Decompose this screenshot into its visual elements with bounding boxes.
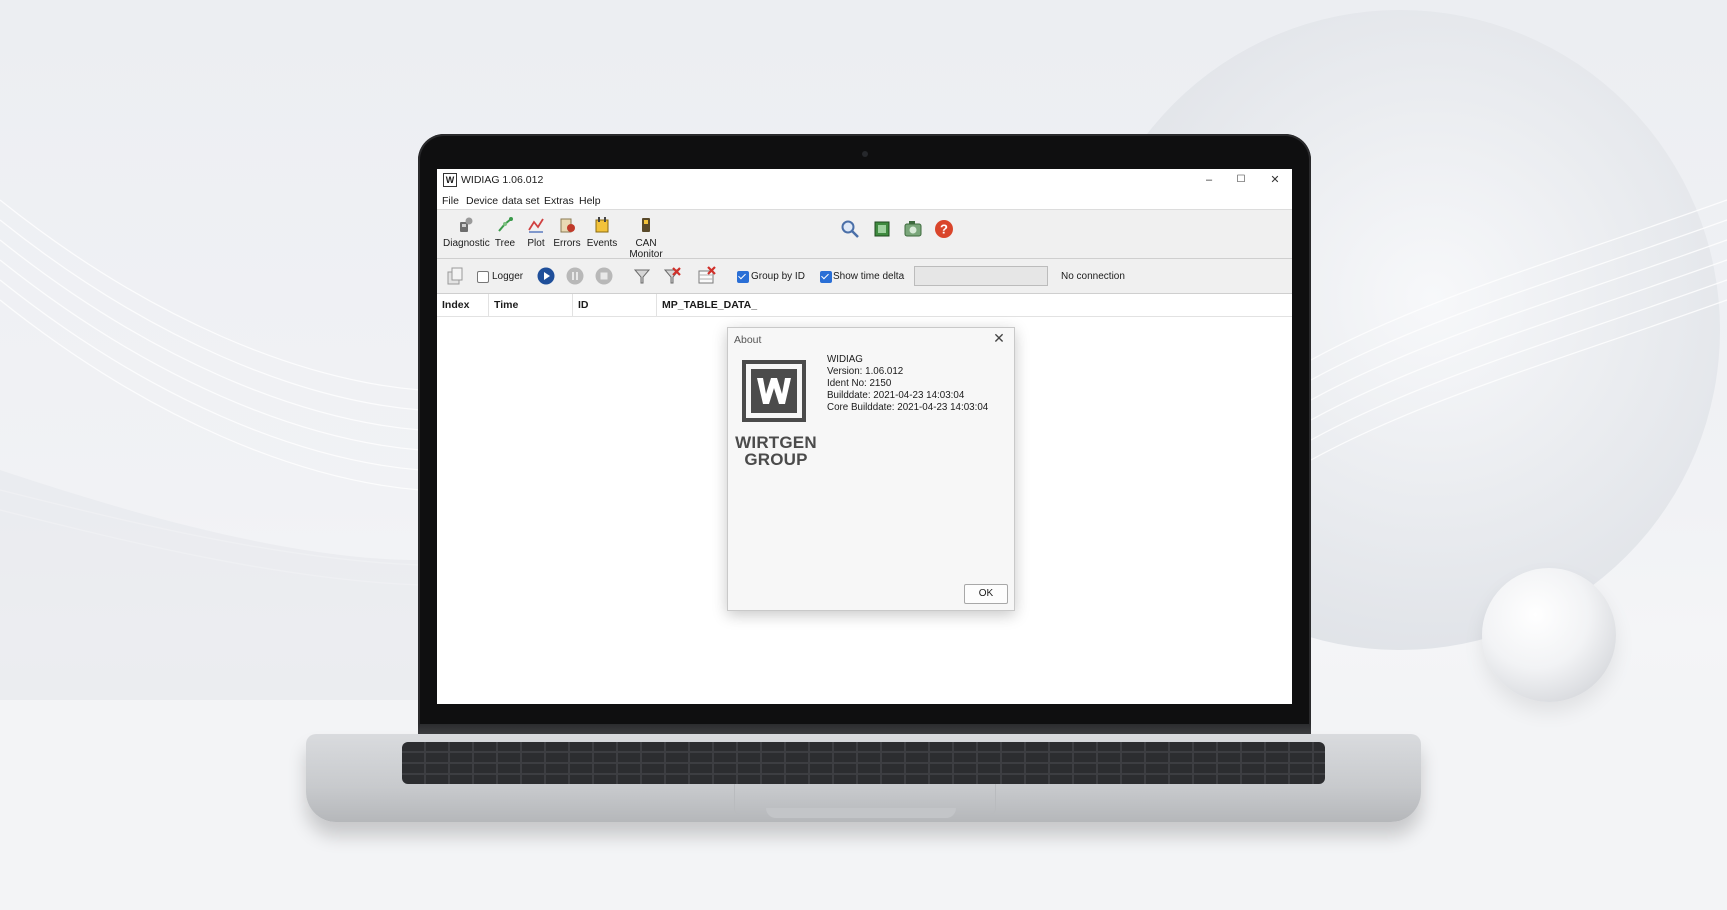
diagnostic-label: Diagnostic [443,238,490,249]
widiag-app-window: W WIDIAG 1.06.012 – ☐ ✕ File Device data… [437,169,1292,704]
about-dialog-title: About [734,334,762,346]
errors-icon [560,218,575,233]
laptop-lid: W WIDIAG 1.06.012 – ☐ ✕ File Device data… [418,134,1311,734]
errors-button[interactable]: Errors [552,214,582,249]
app-logo-icon: W [443,173,457,187]
logger-label: Logger [492,271,524,282]
help-icon[interactable]: ? [934,219,954,239]
logger-checkbox[interactable] [477,271,489,283]
can-monitor-button[interactable]: CAN Monitor [618,214,674,260]
laptop-screen: W WIDIAG 1.06.012 – ☐ ✕ File Device data… [437,169,1292,704]
menu-file[interactable]: File [442,195,459,207]
maximize-button[interactable]: ☐ [1225,171,1257,189]
chip-icon[interactable] [872,219,892,239]
main-toolbar: Diagnostic Tree Plot Errors Events CAN M… [437,210,1292,260]
connection-status: No connection [1061,271,1125,282]
logger-toolbar: Logger Group by ID Show time delta No co… [437,259,1292,294]
wirtgen-group-wordmark: WIRTGEN GROUP [732,434,820,468]
webcam [862,151,868,157]
can-monitor-icon [642,218,650,232]
search-icon[interactable] [840,219,860,239]
delete-table-icon[interactable] [697,266,717,286]
copy-icon[interactable] [445,266,465,286]
filter-icon[interactable] [632,266,652,286]
wordmark-line-1: WIRTGEN [735,433,817,452]
about-version: Version: 1.06.012 [827,366,904,377]
tree-label: Tree [494,238,516,249]
window-title: WIDIAG 1.06.012 [461,174,544,186]
errors-label: Errors [553,238,581,249]
plot-icon [528,218,544,233]
camera-icon[interactable] [903,219,923,239]
table-header: Index Time ID MP_TABLE_DATA_ [437,294,1292,317]
menu-bar: File Device data set Extras Help [437,191,1292,210]
group-by-id-checkbox[interactable] [737,271,749,283]
plot-label: Plot [527,238,545,249]
about-core-builddate: Core Builddate: 2021-04-23 14:03:04 [827,402,989,413]
menu-device[interactable]: Device [466,195,498,207]
about-product-name: WIDIAG [827,354,863,365]
plot-button[interactable]: Plot [523,214,549,249]
can-monitor-label: CAN Monitor [629,238,663,260]
about-ident-no: Ident No: 2150 [827,378,892,389]
about-builddate: Builddate: 2021-04-23 14:03:04 [827,390,965,401]
menu-extras[interactable]: Extras [544,195,574,207]
laptop-keyboard [402,742,1325,784]
play-icon[interactable] [537,267,555,285]
about-info: WIDIAG Version: 1.06.012 Ident No: 2150 … [827,354,988,414]
column-header-id[interactable]: ID [573,294,657,316]
events-icon [595,217,609,233]
wordmark-line-2: GROUP [744,450,808,469]
wirtgen-logo-icon [742,360,806,422]
stop-icon[interactable] [595,267,613,285]
column-header-index[interactable]: Index [437,294,489,316]
tree-button[interactable]: Tree [492,214,518,249]
show-time-delta-label: Show time delta [833,271,905,282]
about-dialog: About ✕ WIRTGEN GROUP WIDIAG Version: 1.… [727,327,1015,611]
pause-icon[interactable] [566,267,584,285]
decorative-sphere [1482,568,1616,702]
events-button[interactable]: Events [585,214,619,249]
connection-progress-bar [914,266,1048,286]
events-label: Events [586,238,618,249]
column-header-time[interactable]: Time [489,294,573,316]
show-time-delta-checkbox[interactable] [820,271,832,283]
close-button[interactable]: ✕ [1259,171,1291,189]
column-header-mp-table-data[interactable]: MP_TABLE_DATA_ [657,294,1292,316]
ok-button[interactable]: OK [964,584,1008,604]
about-close-button[interactable]: ✕ [990,330,1008,347]
tree-icon [498,217,513,232]
diagnostic-button[interactable]: Diagnostic [443,214,490,249]
svg-text:?: ? [940,222,948,237]
diagnostic-icon [460,217,473,232]
menu-data-set[interactable]: data set [502,195,539,207]
clear-filter-icon[interactable] [662,266,682,286]
minimize-button[interactable]: – [1193,171,1225,189]
laptop-front-notch [766,808,956,818]
title-bar: W WIDIAG 1.06.012 – ☐ ✕ [437,169,1292,191]
menu-help[interactable]: Help [579,195,601,207]
group-by-id-label: Group by ID [751,271,805,282]
laptop-base [306,734,1421,822]
